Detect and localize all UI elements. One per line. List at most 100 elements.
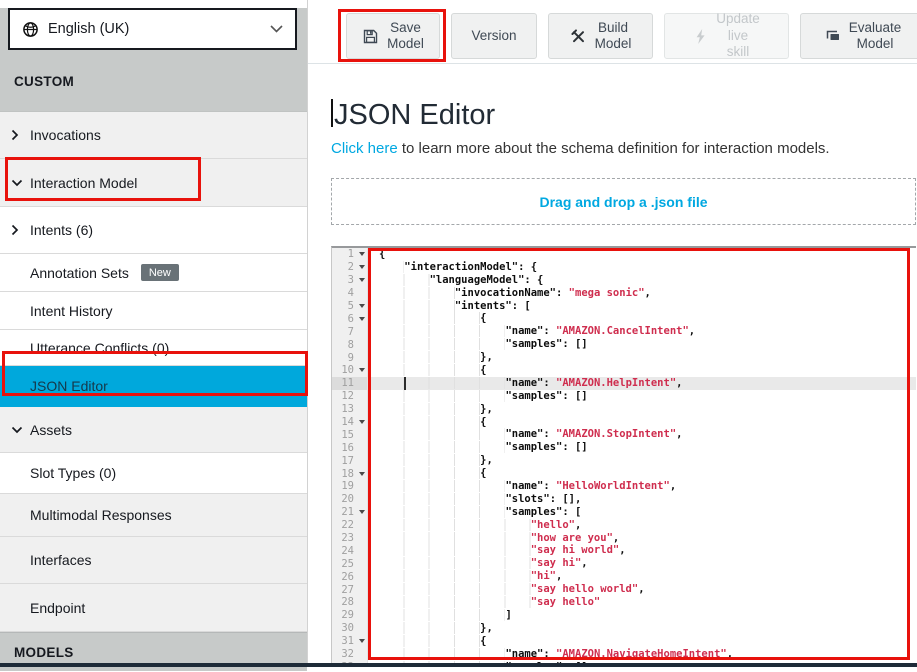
- fold-arrow-icon[interactable]: [356, 368, 367, 372]
- code-line[interactable]: "say hi world",: [368, 544, 916, 557]
- code-line[interactable]: {: [368, 635, 916, 648]
- code-line[interactable]: "samples": []: [368, 338, 916, 351]
- fold-arrow-icon[interactable]: [356, 252, 367, 256]
- text-caret: [404, 377, 406, 390]
- sidebar-item-interaction-model[interactable]: Interaction Model: [0, 159, 307, 207]
- code-line[interactable]: "invocationName": "mega sonic",: [368, 287, 916, 300]
- code-line[interactable]: "hello",: [368, 519, 916, 532]
- fold-arrow-icon[interactable]: [356, 639, 367, 643]
- gutter-line: 25: [332, 557, 367, 570]
- sidebar-item-label: Annotation Sets: [30, 265, 129, 281]
- editor-code[interactable]: { "interactionModel": { "languageModel":…: [368, 248, 916, 667]
- code-line[interactable]: {: [368, 248, 916, 261]
- code-line[interactable]: {: [368, 467, 916, 480]
- version-button[interactable]: Version: [451, 13, 537, 59]
- sidebar-item-label: Multimodal Responses: [30, 507, 172, 523]
- fold-arrow-icon[interactable]: [356, 472, 367, 476]
- gutter-line: 16: [332, 441, 367, 454]
- code-line[interactable]: {: [368, 312, 916, 325]
- sidebar-item-json-editor[interactable]: JSON Editor: [0, 366, 307, 407]
- gutter-line: 13: [332, 403, 367, 416]
- code-line[interactable]: "languageModel": {: [368, 274, 916, 287]
- fold-arrow-icon[interactable]: [356, 304, 367, 308]
- sidebar-header: English (UK) CUSTOM: [0, 8, 307, 112]
- code-line[interactable]: "interactionModel": {: [368, 261, 916, 274]
- sidebar-item-interfaces[interactable]: Interfaces: [0, 537, 307, 584]
- language-selector[interactable]: English (UK): [8, 8, 297, 50]
- code-line[interactable]: },: [368, 622, 916, 635]
- sidebar-item-label: Utterance Conflicts (0): [30, 340, 169, 356]
- chevron-right-icon: [11, 224, 19, 236]
- section-custom-label: CUSTOM: [0, 74, 307, 89]
- sidebar-item-label: Intent History: [30, 303, 112, 319]
- code-line[interactable]: "name": "AMAZON.StopIntent",: [368, 428, 916, 441]
- click-here-link[interactable]: Click here: [331, 140, 398, 157]
- code-line[interactable]: "intents": [: [368, 300, 916, 313]
- sidebar-item-label: Invocations: [30, 127, 101, 143]
- save-model-button[interactable]: Save Model: [346, 13, 440, 59]
- new-badge: New: [141, 264, 179, 281]
- fold-arrow-icon[interactable]: [356, 317, 367, 321]
- sidebar-item-intent-history[interactable]: Intent History: [0, 292, 307, 330]
- save-icon: [362, 28, 379, 45]
- gutter-line: 27: [332, 583, 367, 596]
- build-model-button[interactable]: Build Model: [548, 13, 653, 59]
- sidebar-item-invocations[interactable]: Invocations: [0, 112, 307, 159]
- code-line[interactable]: {: [368, 364, 916, 377]
- button-label: Evaluate Model: [849, 20, 902, 53]
- gutter-line: 12: [332, 390, 367, 403]
- app-root: English (UK) CUSTOM Invocations Interacti…: [0, 0, 917, 663]
- globe-icon: [22, 21, 39, 38]
- update-live-skill-button: Update live skill: [664, 13, 789, 59]
- code-line[interactable]: "name": "AMAZON.CancelIntent",: [368, 325, 916, 338]
- fold-arrow-icon[interactable]: [356, 510, 367, 514]
- code-line[interactable]: },: [368, 454, 916, 467]
- chevron-right-icon: [11, 129, 19, 141]
- fold-arrow-icon[interactable]: [356, 278, 367, 282]
- code-line[interactable]: "samples": [: [368, 506, 916, 519]
- code-line[interactable]: ]: [368, 609, 916, 622]
- code-line[interactable]: "name": "HelloWorldIntent",: [368, 480, 916, 493]
- sidebar-item-slot-types[interactable]: Slot Types (0): [0, 453, 307, 494]
- evaluate-model-button[interactable]: Evaluate Model: [800, 13, 917, 59]
- code-line[interactable]: "say hello": [368, 596, 916, 609]
- sidebar-item-annotation-sets[interactable]: Annotation Sets New: [0, 254, 307, 292]
- code-line[interactable]: "slots": [],: [368, 493, 916, 506]
- sidebar-item-intents[interactable]: Intents (6): [0, 207, 307, 254]
- fold-arrow-icon[interactable]: [356, 420, 367, 424]
- sidebar: English (UK) CUSTOM Invocations Interacti…: [0, 0, 308, 663]
- gutter-line: 32: [332, 648, 367, 661]
- editor-gutter: 1234567891011121314151617181920212223242…: [332, 248, 368, 667]
- sidebar-item-label: Interfaces: [30, 552, 91, 568]
- code-line[interactable]: "how are you",: [368, 532, 916, 545]
- sidebar-item-assets[interactable]: Assets: [0, 407, 307, 453]
- gutter-line: 29: [332, 609, 367, 622]
- code-line[interactable]: {: [368, 416, 916, 429]
- sidebar-item-endpoint[interactable]: Endpoint: [0, 584, 307, 632]
- code-line[interactable]: },: [368, 351, 916, 364]
- code-line[interactable]: "say hi",: [368, 557, 916, 570]
- code-line[interactable]: "say hello world",: [368, 583, 916, 596]
- code-line[interactable]: },: [368, 403, 916, 416]
- toolbar: Save Model VersionBuild ModelUpdate live …: [308, 0, 917, 64]
- code-line[interactable]: "name": "AMAZON.NavigateHomeIntent",: [368, 648, 916, 661]
- sidebar-item-multimodal-responses[interactable]: Multimodal Responses: [0, 494, 307, 537]
- gutter-line: 19: [332, 480, 367, 493]
- json-dropzone[interactable]: Drag and drop a .json file: [331, 178, 916, 225]
- gutter-line: 30: [332, 622, 367, 635]
- gutter-line: 3: [332, 274, 367, 287]
- chat-icon: [824, 28, 841, 44]
- code-line[interactable]: "name": "AMAZON.HelpIntent",: [368, 377, 916, 390]
- build-icon: [570, 28, 587, 45]
- code-line[interactable]: "samples": []: [368, 441, 916, 454]
- fold-arrow-icon[interactable]: [356, 265, 367, 269]
- sidebar-item-utterance-conflicts[interactable]: Utterance Conflicts (0): [0, 330, 307, 366]
- code-line[interactable]: "hi",: [368, 570, 916, 583]
- button-label: Save Model: [387, 20, 424, 53]
- json-code-editor[interactable]: 1234567891011121314151617181920212223242…: [331, 246, 916, 667]
- text-cursor: [331, 99, 333, 127]
- code-line[interactable]: "samples": []: [368, 390, 916, 403]
- sidebar-item-label: JSON Editor: [30, 378, 108, 394]
- gutter-line: 5: [332, 300, 367, 313]
- sidebar-item-label: Interaction Model: [30, 175, 137, 191]
